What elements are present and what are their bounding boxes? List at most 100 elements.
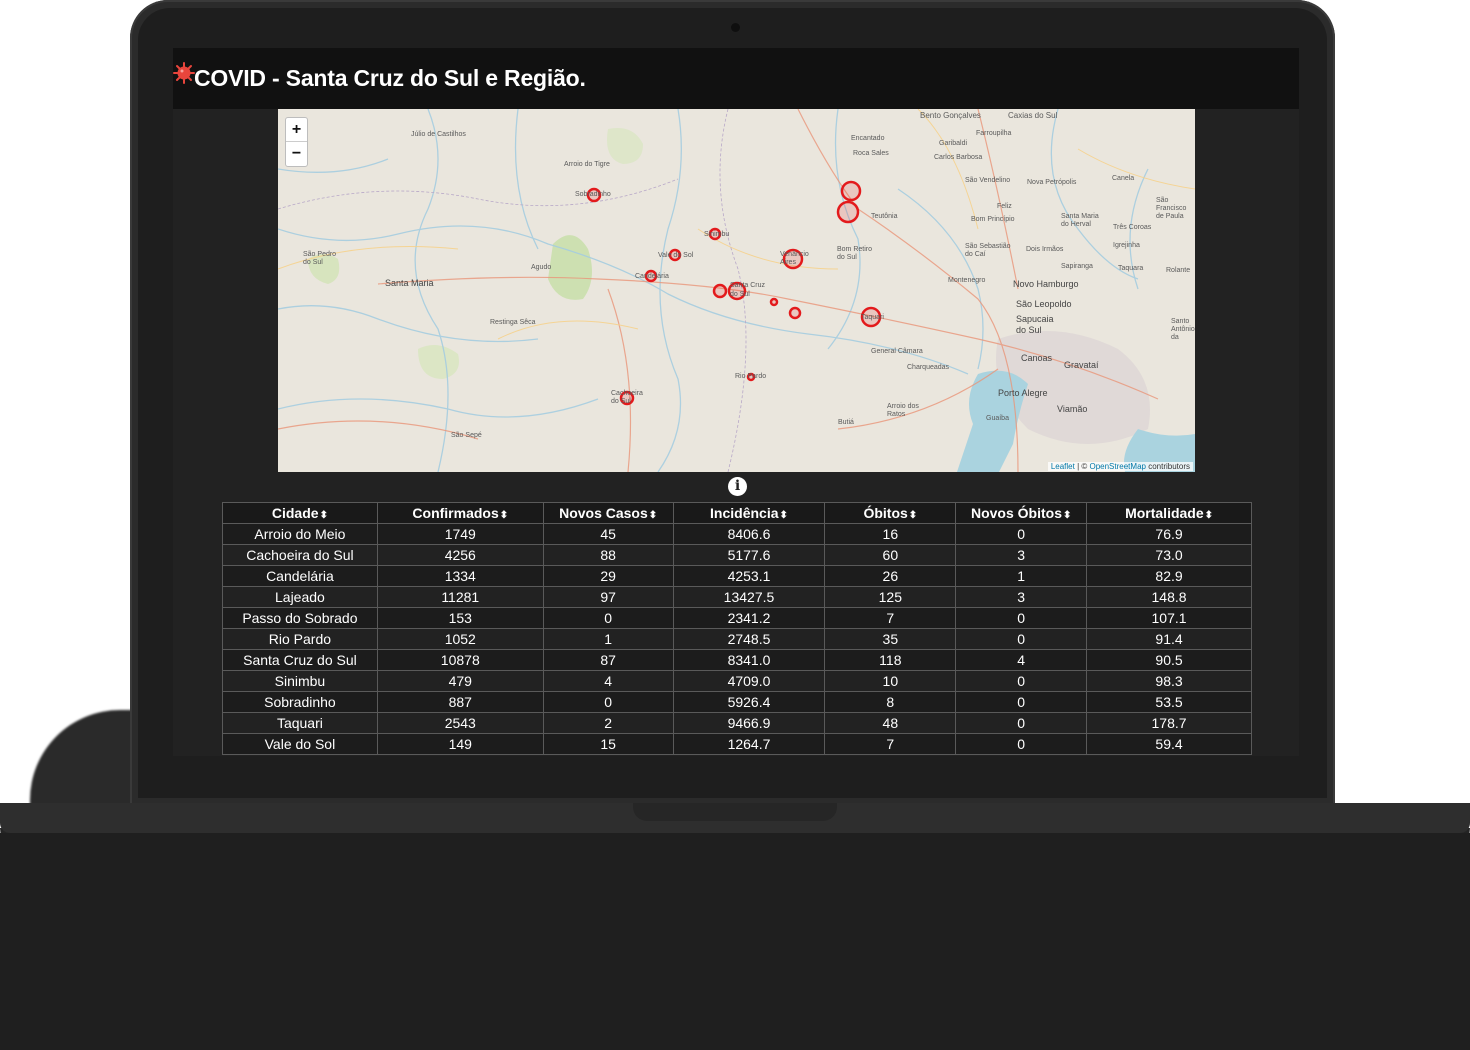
table-cell: 479 (376, 670, 544, 692)
table-row: Sinimbu 479 4 4709.0 10 0 98.3 (222, 670, 1252, 692)
app-header: COVID - Santa Cruz do Sul e Região. (173, 48, 1299, 109)
map-label: Bom Princípio (971, 216, 1015, 223)
table-cell: 29 (542, 565, 674, 587)
map-label: Bento Gonçalves (920, 111, 981, 120)
column-header-incidencia[interactable]: Incidência⬍ (672, 502, 826, 524)
sort-icon[interactable]: ⬍ (780, 510, 788, 521)
zoom-out-button[interactable]: − (286, 142, 307, 165)
attribution-tail: contributors (1145, 462, 1190, 471)
table-cell: 87 (542, 649, 674, 671)
table-cell: Santa Cruz do Sul (222, 649, 378, 671)
map-label: São Leopoldo (1016, 299, 1072, 309)
table-cell: 10878 (376, 649, 544, 671)
map-label: Dois Irmãos (1026, 246, 1064, 253)
table-row: Taquari 2543 2 9466.9 48 0 178.7 (222, 712, 1252, 734)
map-label: Agudo (531, 264, 552, 271)
sort-icon[interactable]: ⬍ (320, 510, 328, 521)
leaflet-link[interactable]: Leaflet (1051, 462, 1075, 471)
table-cell: 45 (542, 523, 674, 545)
table-cell: 98.3 (1086, 670, 1252, 692)
sort-icon[interactable]: ⬍ (909, 510, 917, 521)
map-label: Roca Sales (853, 150, 889, 157)
map-label: Santo Antônio da Patrulha (1171, 318, 1195, 341)
table-cell: 0 (955, 523, 1088, 545)
table-cell: 1334 (376, 565, 544, 587)
table-cell: 107.1 (1086, 607, 1252, 629)
map-label: Taquara (1118, 265, 1144, 272)
table-cell: 118 (824, 649, 957, 671)
map-label: Nova Petrópolis (1027, 179, 1077, 186)
column-header-label: Confirmados (412, 505, 499, 521)
table-cell: 15 (542, 733, 674, 755)
table-cell: 16 (824, 523, 957, 545)
table-cell: 1 (955, 565, 1088, 587)
zoom-in-button[interactable]: + (286, 118, 307, 142)
table-cell: 0 (955, 607, 1088, 629)
map-label: São Francisco de Paula (1156, 197, 1187, 220)
map-label: Rio Pardo (735, 373, 767, 380)
table-cell: 887 (376, 691, 544, 713)
table-header-row: Cidade⬍ Confirmados⬍ Novos Casos⬍ Incidênci… (222, 502, 1252, 524)
table-cell: Arroio do Meio (222, 523, 378, 545)
table-row: Sobradinho 887 0 5926.4 8 0 53.5 (222, 691, 1252, 713)
table-row: Santa Cruz do Sul 10878 87 8341.0 118 4 90.5 (222, 649, 1252, 671)
sort-icon[interactable]: ⬍ (1205, 510, 1213, 521)
table-cell: Candelária (222, 565, 378, 587)
osm-link[interactable]: OpenStreetMap (1089, 462, 1145, 471)
map-label: São Pedro do Sul (303, 251, 337, 266)
table-cell: 1052 (376, 628, 544, 650)
map-label: Butiá (838, 419, 854, 426)
table-body: Arroio do Meio 1749 45 8406.6 16 0 76.9 Cachoei… (222, 523, 1252, 755)
table-cell: 2341.2 (672, 607, 826, 629)
table-cell: 8341.0 (672, 649, 826, 671)
covid-table: Cidade⬍ Confirmados⬍ Novos Casos⬍ Incidênci… (222, 502, 1252, 755)
table-cell: 76.9 (1086, 523, 1252, 545)
sort-icon[interactable]: ⬍ (649, 510, 657, 521)
column-header-confirmados[interactable]: Confirmados⬍ (376, 502, 544, 524)
table-cell: 153 (376, 607, 544, 629)
sort-icon[interactable]: ⬍ (500, 510, 508, 521)
marker-santa-cruz-a (712, 283, 728, 299)
marker-arroio-do-meio (840, 180, 862, 202)
table-cell: 8406.6 (672, 523, 826, 545)
column-header-label: Incidência (710, 505, 779, 521)
map-label: Farroupilha (976, 130, 1012, 137)
table-row: Rio Pardo 1052 1 2748.5 35 0 91.4 (222, 628, 1252, 650)
table-cell: 0 (955, 691, 1088, 713)
map-label: Garibaldi (939, 140, 968, 147)
info-icon[interactable]: i (728, 477, 747, 496)
table-cell: 1749 (376, 523, 544, 545)
table-cell: 148.8 (1086, 586, 1252, 608)
table-cell: 10 (824, 670, 957, 692)
map-label: Júlio de Castilhos (411, 131, 466, 138)
laptop-notch (633, 803, 837, 821)
map-label: Canela (1112, 175, 1135, 182)
table-cell: 0 (955, 628, 1088, 650)
sort-icon[interactable]: ⬍ (1063, 510, 1071, 521)
app-screen: COVID - Santa Cruz do Sul e Região. Bent… (173, 48, 1299, 756)
column-header-label: Novos Casos (559, 505, 648, 521)
map-label: Sobradinho (575, 191, 611, 198)
column-header-mortalidade[interactable]: Mortalidade⬍ (1086, 502, 1252, 524)
table-cell: 7 (824, 607, 957, 629)
map-label: Encantado (851, 135, 885, 142)
column-header-obitos[interactable]: Óbitos⬍ (824, 502, 957, 524)
map-label: Igrejinha (1113, 242, 1140, 249)
map-label: Canoas (1021, 353, 1053, 363)
webcam (731, 23, 740, 32)
table-cell: 0 (955, 733, 1088, 755)
column-header-cidade[interactable]: Cidade⬍ (222, 502, 378, 524)
map-label: Porto Alegre (998, 388, 1048, 398)
table-row: Vale do Sol 149 15 1264.7 7 0 59.4 (222, 733, 1252, 755)
table-cell: 4253.1 (672, 565, 826, 587)
column-header-novos-obitos[interactable]: Novos Óbitos⬍ (955, 502, 1088, 524)
map-view[interactable]: Bento Gonçalves Caxias do Sul Júlio de C… (278, 109, 1195, 472)
zoom-control: + − (285, 117, 308, 167)
map-label: Sapucaia do Sul (1016, 314, 1054, 335)
column-header-novos-casos[interactable]: Novos Casos⬍ (542, 502, 674, 524)
table-cell: Vale do Sol (222, 733, 378, 755)
map-label: Montenegro (948, 277, 986, 284)
table-cell: 73.0 (1086, 544, 1252, 566)
table-cell: 91.4 (1086, 628, 1252, 650)
map-label: Guaíba (986, 415, 1009, 422)
